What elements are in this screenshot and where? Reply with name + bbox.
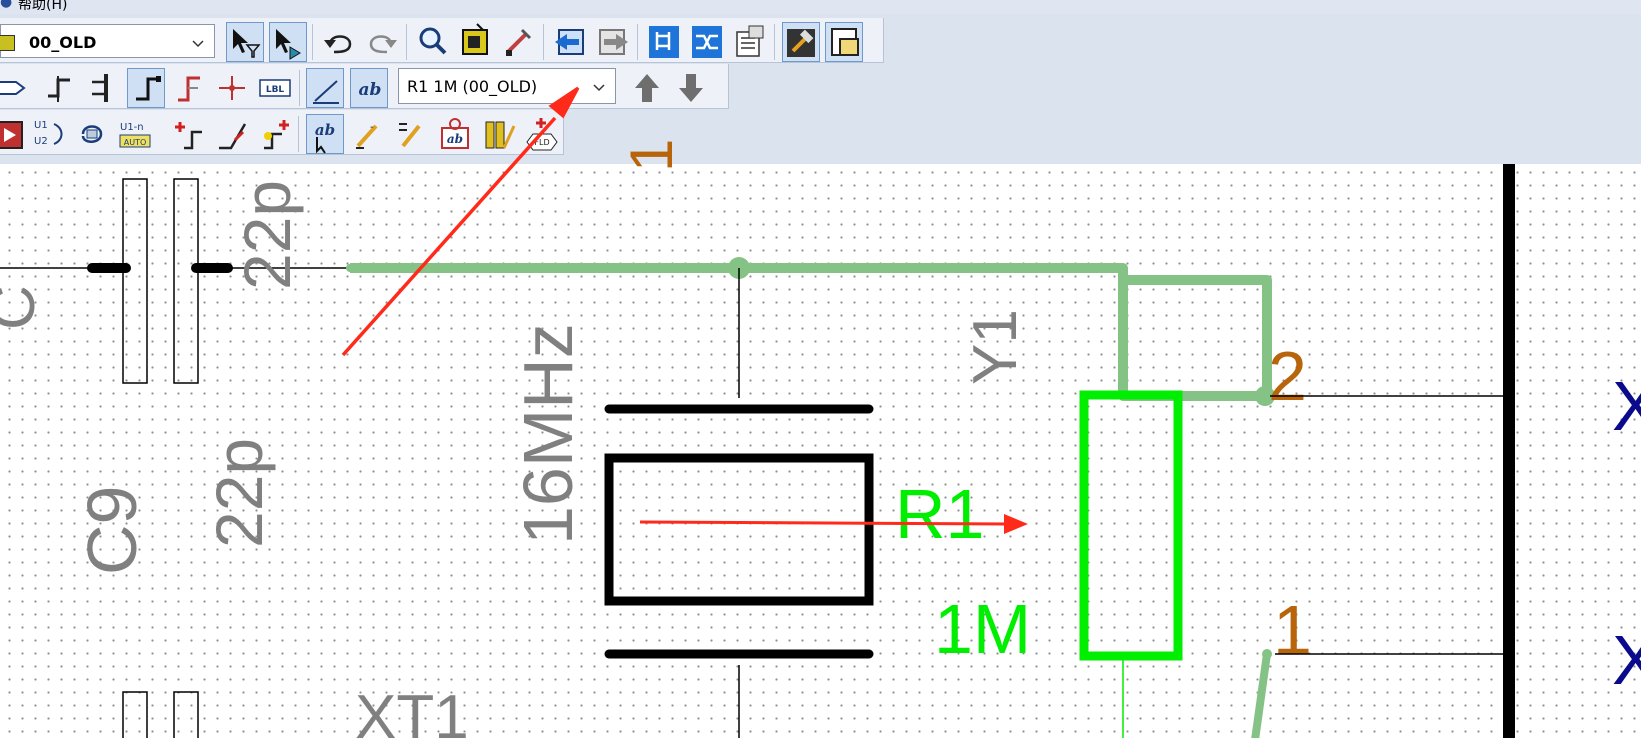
resistor-value: 1M <box>934 590 1031 668</box>
net-wire[interactable] <box>346 257 1275 738</box>
schematic-drawing: C 22p C9 22p 16MHz Y1 XT1 1 <box>0 86 1641 738</box>
crystal-value: 16MHz <box>509 323 587 545</box>
port-label-2: X <box>1612 621 1641 699</box>
resistor-ref: R1 <box>895 475 984 553</box>
resistor-r1[interactable] <box>1079 390 1183 738</box>
port-label-1: X <box>1612 367 1641 445</box>
cap-bottom-ref: C9 <box>73 486 151 575</box>
capacitor-bottom[interactable] <box>122 691 199 738</box>
pin-number-1: 1 <box>1273 591 1312 669</box>
crystal-ref: Y1 <box>961 309 1030 385</box>
annotation-arrow-combo <box>341 86 580 357</box>
pin-number-top: 1 <box>618 139 685 172</box>
pin-number-2: 2 <box>1268 337 1307 415</box>
cap-bottom-value: 22p <box>202 438 276 548</box>
cap-top-value: 22p <box>230 180 304 290</box>
crystal-y1[interactable] <box>604 268 874 738</box>
cap-top-ref: C <box>0 285 48 330</box>
crystal-ref-bottom: XT1 <box>355 683 469 738</box>
schematic-editor-window: ● 帮助(H) 00_OLD LBL ab R1 1M (00_OLD) U1 … <box>0 0 1641 738</box>
